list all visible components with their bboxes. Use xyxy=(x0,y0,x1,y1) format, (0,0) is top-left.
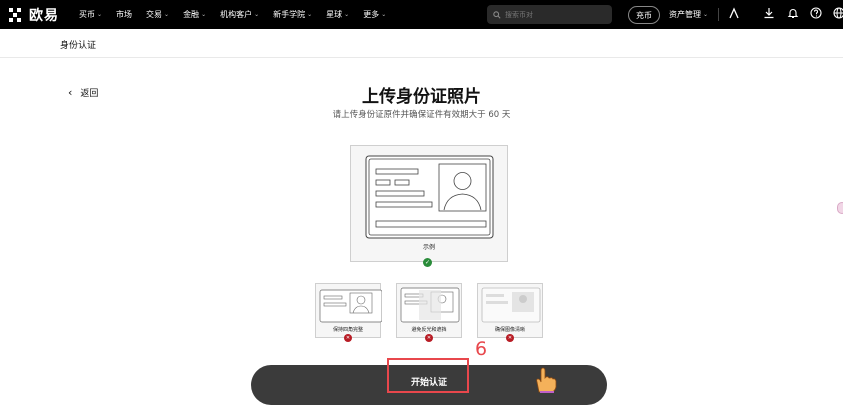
nav-menu: 买币 ⌄ 市场 交易 ⌄ 金融 ⌄ 机构客户 ⌄ 新手学院 ⌄ 星球 ⌄ 更多 ⌄ xyxy=(79,9,400,20)
bad-example-label: 保持四角完整 xyxy=(332,327,363,333)
chevron-down-icon: ⌄ xyxy=(164,11,170,18)
nav-item-label: 更多 xyxy=(363,10,380,19)
chevron-down-icon: ⌄ xyxy=(201,11,207,18)
chevron-down-icon: ⌄ xyxy=(307,11,313,18)
error-icon: ✕ xyxy=(425,334,433,342)
nav-item-more[interactable]: 更多 ⌄ xyxy=(363,9,386,20)
bad-example-label: 确保图像清晰 xyxy=(494,327,525,333)
upload-subtitle: 请上传身份证原件并确保证件有效期大于 60 天 xyxy=(332,110,511,120)
nav-item-label: 金融 xyxy=(183,10,200,19)
chevron-down-icon: ⌄ xyxy=(254,11,260,18)
chevron-down-icon: ⌄ xyxy=(703,11,709,18)
nav-item-planet[interactable]: 星球 ⌄ xyxy=(326,9,349,20)
side-widget-icon[interactable] xyxy=(837,202,843,214)
bad-example-glare: 避免反光和遮挡 xyxy=(396,283,462,338)
asset-management-label: 资产管理 xyxy=(669,10,701,19)
id-card-cropped-icon xyxy=(319,289,382,323)
check-icon: ✓ xyxy=(423,258,432,267)
nav-item-label: 机构客户 xyxy=(220,10,253,19)
okx-logo-icon xyxy=(9,7,25,22)
example-label: 示例 xyxy=(422,244,435,251)
chevron-down-icon: ⌄ xyxy=(97,11,103,18)
id-card-illustration-icon xyxy=(365,155,494,239)
search-icon xyxy=(493,10,501,19)
search-input[interactable] xyxy=(505,10,605,19)
nav-item-markets[interactable]: 市场 xyxy=(116,9,132,20)
chevron-down-icon: ⌄ xyxy=(344,11,350,18)
nav-divider xyxy=(718,8,719,21)
nav-item-label: 星球 xyxy=(326,10,343,19)
id-card-blurry-icon xyxy=(481,287,541,323)
bell-icon[interactable] xyxy=(786,7,800,24)
bad-example-blurry: 确保图像清晰 xyxy=(477,283,543,338)
nav-item-buy-crypto[interactable]: 买币 ⌄ xyxy=(79,9,102,20)
user-icon[interactable] xyxy=(727,7,741,24)
deposit-button[interactable]: 充币 xyxy=(628,6,660,24)
step-number: 6 xyxy=(475,338,488,360)
highlight-box xyxy=(387,358,469,393)
asset-management-menu[interactable]: 资产管理 ⌄ xyxy=(669,9,708,20)
globe-icon[interactable] xyxy=(832,7,843,24)
logo-text: 欧易 xyxy=(29,7,59,24)
nav-item-label: 新手学院 xyxy=(273,10,306,19)
error-icon: ✕ xyxy=(506,334,514,342)
upload-title: 上传身份证照片 xyxy=(362,87,481,107)
help-icon[interactable] xyxy=(809,7,823,24)
bad-example-label: 避免反光和遮挡 xyxy=(411,327,447,333)
nav-item-trade[interactable]: 交易 ⌄ xyxy=(146,9,169,20)
page-header: 身份认证 xyxy=(0,29,843,58)
logo[interactable]: 欧易 xyxy=(9,5,79,25)
pointing-hand-icon xyxy=(530,366,560,393)
nav-item-academy[interactable]: 新手学院 ⌄ xyxy=(273,9,312,20)
id-card-glare-icon xyxy=(400,287,460,323)
nav-item-label: 市场 xyxy=(116,10,133,19)
nav-item-finance[interactable]: 金融 ⌄ xyxy=(183,9,206,20)
page-title: 身份认证 xyxy=(60,41,97,51)
search-box[interactable] xyxy=(487,5,612,24)
top-nav: 欧易 买币⌄ 市场 交易⌄ 金融⌄ 机构客户⌄ 新手学院⌄ 星球⌄ 更多⌄ 充币… xyxy=(0,0,843,29)
nav-item-label: 买币 xyxy=(79,10,95,19)
error-icon: ✕ xyxy=(344,334,352,342)
bad-example-cropped: 保持四角完整 xyxy=(315,283,382,338)
nav-item-institutional[interactable]: 机构客户 ⌄ xyxy=(220,9,259,20)
download-icon[interactable] xyxy=(762,7,776,24)
nav-item-label: 交易 xyxy=(146,10,163,19)
chevron-down-icon: ⌄ xyxy=(381,11,387,18)
